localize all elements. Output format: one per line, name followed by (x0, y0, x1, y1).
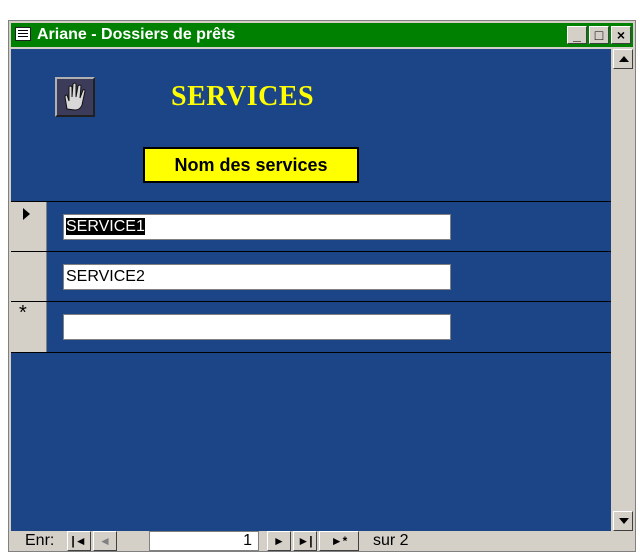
first-record-button[interactable]: |◄ (67, 531, 91, 551)
service-name-field[interactable]: SERVICE1 (63, 214, 451, 240)
new-record-button[interactable]: ►* (319, 531, 359, 551)
form-icon (15, 27, 31, 41)
new-record-row: * (11, 301, 611, 353)
vertical-scrollbar[interactable] (613, 49, 633, 531)
close-button[interactable]: × (611, 26, 631, 44)
scroll-up-button[interactable] (613, 49, 633, 69)
record-selector[interactable]: * (11, 302, 47, 352)
record-row: SERVICE1 (11, 201, 611, 252)
arrow-down-icon (619, 518, 629, 524)
arrow-up-icon (619, 56, 629, 62)
hand-icon[interactable] (55, 77, 95, 117)
record-selector[interactable] (11, 202, 47, 252)
record-row: SERVICE2 (11, 251, 611, 302)
record-navigation-bar: Enr: |◄ ◄ 1 ► ►| ►* sur 2 (11, 531, 633, 551)
field-value: SERVICE2 (66, 268, 145, 285)
field-value: SERVICE1 (66, 218, 145, 235)
current-record-input[interactable]: 1 (149, 531, 259, 551)
column-header: Nom des services (143, 147, 359, 183)
new-record-icon: * (19, 302, 27, 324)
last-record-button[interactable]: ►| (293, 531, 317, 551)
next-record-button[interactable]: ► (267, 531, 291, 551)
form-content: SERVICES Nom des services SERVICE1 SERVI… (11, 49, 611, 531)
title-bar[interactable]: Ariane - Dossiers de prêts _ □ × (11, 23, 633, 47)
current-record-icon (23, 208, 30, 220)
scroll-down-button[interactable] (613, 511, 633, 531)
record-selector[interactable] (11, 252, 47, 302)
form-window: Ariane - Dossiers de prêts _ □ × SERVICE… (8, 20, 636, 552)
record-label: Enr: (25, 532, 55, 549)
previous-record-button[interactable]: ◄ (93, 531, 117, 551)
minimize-button[interactable]: _ (567, 26, 587, 44)
window-title: Ariane - Dossiers de prêts (37, 26, 236, 43)
form-title: SERVICES (171, 81, 315, 112)
record-total: sur 2 (373, 532, 409, 549)
service-name-field[interactable] (63, 314, 451, 340)
service-name-field[interactable]: SERVICE2 (63, 264, 451, 290)
maximize-button[interactable]: □ (589, 26, 609, 44)
